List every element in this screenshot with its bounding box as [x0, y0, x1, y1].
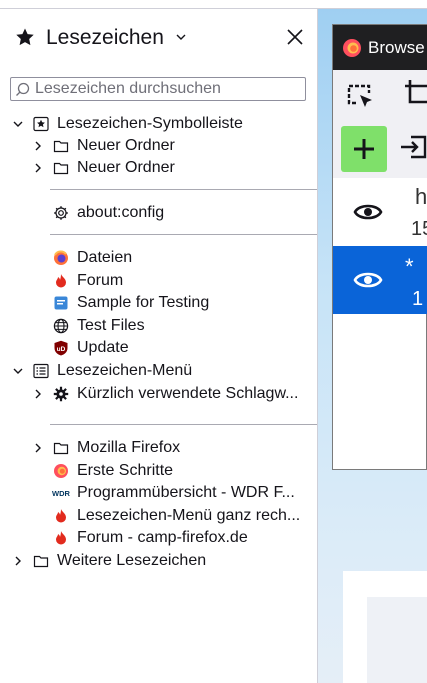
tree-row-toolbar[interactable]: Lesezeichen-Symbolleiste	[10, 113, 310, 135]
import-icon[interactable]	[399, 133, 427, 161]
close-icon[interactable]	[283, 25, 307, 49]
tree-row-bookmark[interactable]: Forum	[30, 270, 310, 292]
wdr-logo-icon: WDR	[52, 489, 70, 498]
eye-icon[interactable]	[353, 200, 383, 224]
ublock-shield-icon: uD	[54, 340, 68, 356]
flame-icon	[56, 509, 66, 523]
tree-label: Kürzlich verwendete Schlagw...	[77, 385, 299, 402]
folder-icon	[53, 442, 69, 455]
page-card-inner	[367, 597, 427, 683]
tree-label: Update	[77, 339, 129, 356]
popup-list-item[interactable]: h 15	[333, 178, 427, 246]
popup-item-line1: *	[405, 254, 414, 279]
tree-row-bookmark[interactable]: Lesezeichen-Menü ganz rech...	[30, 505, 310, 527]
select-element-icon[interactable]	[346, 83, 376, 111]
tree-row-bookmark[interactable]: Sample for Testing	[30, 292, 310, 314]
tree-row-bookmark[interactable]: Erste Schritte	[30, 460, 310, 482]
twisty-closed-icon[interactable]	[32, 140, 44, 152]
bookmarks-toolbar-icon	[33, 116, 49, 132]
tree-label: Neuer Ordner	[77, 137, 175, 154]
tree-label: Lesezeichen-Menü	[57, 362, 193, 379]
tree-label: Erste Schritte	[77, 462, 174, 479]
popup-item-line2: 15	[411, 218, 427, 240]
document-icon	[54, 296, 68, 310]
cog-icon	[53, 386, 69, 402]
tree-label: about:config	[77, 204, 165, 221]
tree-label: Mozilla Firefox	[77, 439, 181, 456]
tree-label: Programmübersicht - WDR F...	[77, 484, 295, 501]
tree-label: Test Files	[77, 317, 145, 334]
tree-row-folder[interactable]: Neuer Ordner	[30, 135, 310, 157]
tree-label: Forum	[77, 272, 124, 289]
popup-item-line2: 1	[412, 288, 424, 310]
popup-item-line1: h	[415, 184, 427, 209]
tree-row-bookmark[interactable]: WDR Programmübersicht - WDR F...	[30, 482, 310, 504]
chevron-down-icon[interactable]	[175, 31, 187, 43]
globe-icon	[53, 318, 69, 334]
tree-label: Neuer Ordner	[77, 159, 175, 176]
ublock-text: uD	[57, 346, 66, 353]
firefox-icon	[54, 464, 68, 478]
sidebar-title[interactable]: Lesezeichen	[46, 25, 164, 51]
tree-label: Lesezeichen-Symbolleiste	[57, 115, 243, 132]
separator	[50, 189, 317, 190]
twisty-closed-icon[interactable]	[12, 555, 24, 567]
firefox-icon	[343, 39, 361, 57]
popup-toolbar	[333, 70, 427, 178]
tree-row-folder[interactable]: Mozilla Firefox	[30, 437, 310, 459]
extension-popup-window: Browse h 15 * 1	[332, 24, 427, 470]
folder-icon	[33, 555, 49, 568]
tree-label: Sample for Testing	[77, 294, 210, 311]
tree-row-bookmark[interactable]: Forum - camp-firefox.de	[30, 527, 310, 549]
twisty-closed-icon[interactable]	[32, 162, 44, 174]
star-icon	[16, 28, 34, 46]
popup-title: Browse	[368, 38, 425, 57]
eye-icon[interactable]	[353, 268, 383, 292]
tree-row-menu[interactable]: Lesezeichen-Menü	[10, 360, 310, 382]
twisty-open-icon[interactable]	[12, 118, 24, 130]
tree-label: Forum - camp-firefox.de	[77, 529, 248, 546]
plus-icon	[354, 139, 374, 159]
tree-label: Weitere Lesezeichen	[57, 552, 207, 569]
twisty-closed-icon[interactable]	[32, 388, 44, 400]
folder-icon	[53, 140, 69, 153]
tree-row-bookmark[interactable]: uD Update	[30, 337, 310, 359]
tree-row-folder[interactable]: Neuer Ordner	[30, 157, 310, 179]
flame-icon	[56, 274, 66, 288]
twisty-closed-icon[interactable]	[32, 442, 44, 454]
popup-titlebar: Browse	[333, 25, 427, 70]
bookmarks-menu-icon	[33, 363, 49, 379]
folder-icon	[53, 162, 69, 175]
add-button[interactable]	[341, 126, 387, 172]
search-icon	[16, 82, 30, 96]
tree-label: Lesezeichen-Menü ganz rech...	[77, 507, 301, 524]
bookmarks-sidebar: Lesezeichen Lesezeichen-Symbolleiste	[0, 9, 317, 683]
tree-row-smart-folder[interactable]: Kürzlich verwendete Schlagw...	[30, 383, 310, 405]
flame-icon	[56, 531, 66, 545]
firefox-icon	[54, 250, 68, 265]
window-top-edge	[0, 0, 427, 9]
search-input[interactable]	[35, 79, 301, 99]
tree-row-bookmark[interactable]: Dateien	[30, 247, 310, 269]
wdr-text: WDR	[52, 489, 70, 498]
popup-list-item-selected[interactable]: * 1	[333, 246, 427, 314]
tree-label: Dateien	[77, 249, 133, 266]
search-box[interactable]	[10, 77, 306, 101]
separator	[50, 424, 317, 425]
tree-row-bookmark[interactable]: Test Files	[30, 315, 310, 337]
twisty-open-icon[interactable]	[12, 365, 24, 377]
sidebar-header: Lesezeichen	[0, 9, 317, 65]
separator	[50, 234, 317, 235]
tree-row-other[interactable]: Weitere Lesezeichen	[10, 550, 310, 572]
gear-icon	[54, 206, 68, 220]
crop-icon[interactable]	[403, 78, 427, 110]
tree-row-bookmark[interactable]: about:config	[30, 202, 310, 224]
